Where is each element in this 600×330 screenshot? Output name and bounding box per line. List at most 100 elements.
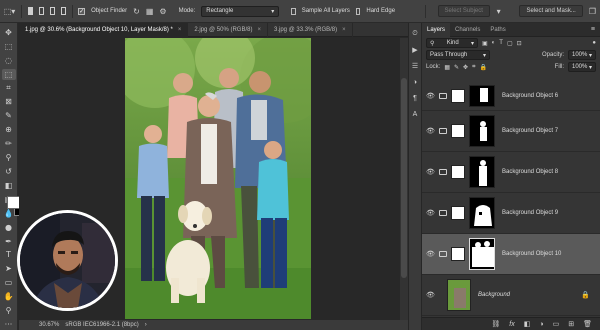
type-tool-icon[interactable]: T (2, 250, 16, 261)
frame-tool-icon[interactable]: ⊠ (2, 97, 16, 108)
visibility-eye-icon[interactable]: 👁 (426, 127, 435, 136)
visibility-eye-icon[interactable]: 👁 (426, 209, 435, 218)
show-objects-icon[interactable]: ▦ (146, 6, 154, 17)
tab-document-1[interactable]: 1.jpg @ 30.6% (Background Object 10, Lay… (19, 23, 189, 37)
tab-document-2[interactable]: 2.jpg @ 50% (RGB/8) × (188, 23, 268, 37)
lasso-tool-icon[interactable]: ◌ (2, 55, 16, 66)
rectangle-tool-icon[interactable]: ▭ (2, 277, 16, 288)
lock-pixels-icon[interactable]: ▦ (444, 64, 450, 71)
character-icon[interactable]: A (410, 109, 420, 119)
blend-mode-select[interactable]: Pass Through ▾ (426, 50, 490, 60)
hard-edge-checkbox[interactable] (355, 7, 361, 15)
opacity-input[interactable]: 100% ▾ (568, 50, 596, 60)
layer-mask-thumbnail[interactable] (469, 238, 495, 270)
clone-stamp-icon[interactable]: ⚲ (2, 152, 16, 163)
visibility-eye-icon[interactable]: 👁 (426, 91, 435, 100)
tool-preset-icon[interactable]: ⬚▾ (4, 6, 16, 17)
lock-paint-icon[interactable]: ✎ (454, 64, 459, 71)
history-brush-icon[interactable]: ↺ (2, 166, 16, 177)
layer-row[interactable]: 👁 Background 🔒 (422, 275, 600, 316)
adjustments-icon[interactable]: ◑ (410, 77, 420, 87)
layer-name[interactable]: Background Object 7 (502, 128, 558, 134)
layer-name[interactable]: Background Object 10 (502, 251, 561, 257)
intersect-selection-icon[interactable] (60, 7, 66, 15)
visibility-eye-icon[interactable]: 👁 (426, 291, 435, 300)
lock-icon[interactable]: 🔒 (581, 291, 590, 299)
layer-row-selected[interactable]: 👁 Background Object 10 (422, 234, 600, 275)
dodge-tool-icon[interactable]: ● (2, 222, 16, 233)
layer-mask-thumbnail[interactable] (469, 156, 495, 188)
scrollbar-thumb[interactable] (401, 78, 407, 278)
layer-name[interactable]: Background (478, 292, 510, 298)
crop-tool-icon[interactable]: ⌗ (2, 83, 16, 94)
layer-row[interactable]: 👁 Background Object 8 (422, 152, 600, 193)
filter-shape-icon[interactable]: ▢ (507, 40, 513, 47)
sample-all-layers-checkbox[interactable] (291, 7, 296, 15)
tab-channels[interactable]: Channels (450, 23, 485, 37)
close-icon[interactable]: × (342, 27, 346, 33)
filter-pixel-icon[interactable]: ▣ (482, 40, 488, 47)
tab-layers[interactable]: Layers (422, 22, 451, 37)
history-icon[interactable]: ⏲ (410, 29, 420, 39)
chevron-down-icon[interactable]: ▾ (496, 6, 502, 17)
vertical-scrollbar[interactable] (400, 38, 408, 320)
filter-kind-select[interactable]: ⚲ Kind ▾ (426, 38, 478, 48)
object-finder-checkbox[interactable]: ✓ (78, 7, 86, 15)
select-and-mask-button[interactable]: Select and Mask... (519, 5, 583, 17)
layer-row[interactable]: 👁 Background Object 7 (422, 111, 600, 152)
visibility-eye-icon[interactable]: 👁 (426, 168, 435, 177)
healing-brush-icon[interactable]: ⊕ (2, 124, 16, 135)
close-icon[interactable]: × (178, 27, 182, 33)
layer-mask-thumbnail[interactable] (469, 197, 495, 229)
filter-adjustment-icon[interactable]: ◐ (492, 40, 496, 46)
settings-gear-icon[interactable]: ⚙ (159, 6, 166, 17)
new-layer-icon[interactable]: ⊞ (568, 320, 574, 328)
tab-document-3[interactable]: 3.jpg @ 33.3% (RGB/8) × (268, 23, 353, 37)
refresh-icon[interactable]: ↻ (133, 6, 140, 17)
lock-all-icon[interactable]: 🔒 (479, 64, 486, 71)
fx-icon[interactable]: fx (509, 321, 514, 328)
zoom-value[interactable]: 30.67% (39, 322, 59, 328)
new-selection-icon[interactable] (27, 7, 33, 15)
select-subject-button[interactable]: Select Subject (437, 5, 490, 17)
visibility-eye-icon[interactable]: 👁 (426, 250, 435, 259)
pen-tool-icon[interactable]: ✒ (2, 236, 16, 247)
object-selection-tool-icon[interactable]: ⬚ (1, 68, 16, 80)
chevron-right-icon[interactable]: › (145, 322, 147, 328)
layer-name[interactable]: Background Object 6 (502, 93, 558, 99)
properties-icon[interactable]: ☰ (410, 61, 420, 71)
arrange-icon[interactable]: ❐ (589, 6, 596, 17)
filter-toggle-icon[interactable]: ● (592, 40, 596, 46)
filter-type-icon[interactable]: T (499, 40, 503, 46)
artboard-tool-icon[interactable]: ⬚ (2, 41, 16, 52)
hand-tool-icon[interactable]: ✋ (2, 291, 16, 302)
close-icon[interactable]: × (257, 27, 261, 33)
path-selection-icon[interactable]: ➤ (2, 263, 16, 274)
lock-artboard-icon[interactable]: ⌗ (472, 64, 475, 71)
add-selection-icon[interactable] (38, 7, 44, 15)
mode-select[interactable]: Rectangle ▾ (201, 5, 280, 17)
subtract-selection-icon[interactable] (49, 7, 55, 15)
panel-menu-icon[interactable]: ≡ (591, 26, 595, 33)
actions-play-icon[interactable]: ▶ (410, 45, 420, 55)
adjustment-icon[interactable]: ◑ (539, 321, 543, 328)
more-tools-icon[interactable]: ··· (2, 319, 16, 330)
group-icon[interactable]: ▭ (553, 320, 560, 328)
mask-icon[interactable]: ◧ (524, 320, 531, 328)
move-tool-icon[interactable]: ✥ (2, 27, 16, 38)
layer-name[interactable]: Background Object 8 (502, 169, 558, 175)
document-image[interactable] (125, 38, 311, 319)
layer-name[interactable]: Background Object 9 (502, 210, 558, 216)
zoom-tool-icon[interactable]: ⚲ (2, 305, 16, 316)
tab-paths[interactable]: Paths (485, 23, 510, 37)
eyedropper-tool-icon[interactable]: ✎ (2, 110, 16, 121)
paragraph-icon[interactable]: ¶ (410, 93, 420, 103)
fill-input[interactable]: 100% ▾ (568, 62, 596, 72)
trash-icon[interactable]: 🗑 (583, 320, 592, 328)
brush-tool-icon[interactable]: ✏ (2, 138, 16, 149)
layer-row[interactable]: 👁 Background Object 9 (422, 193, 600, 234)
layer-mask-thumbnail[interactable] (469, 115, 495, 147)
link-icon[interactable]: ⛓ (491, 320, 500, 328)
eraser-tool-icon[interactable]: ◧ (2, 180, 16, 191)
layer-row[interactable]: 👁 Background Object 6 (422, 81, 600, 111)
